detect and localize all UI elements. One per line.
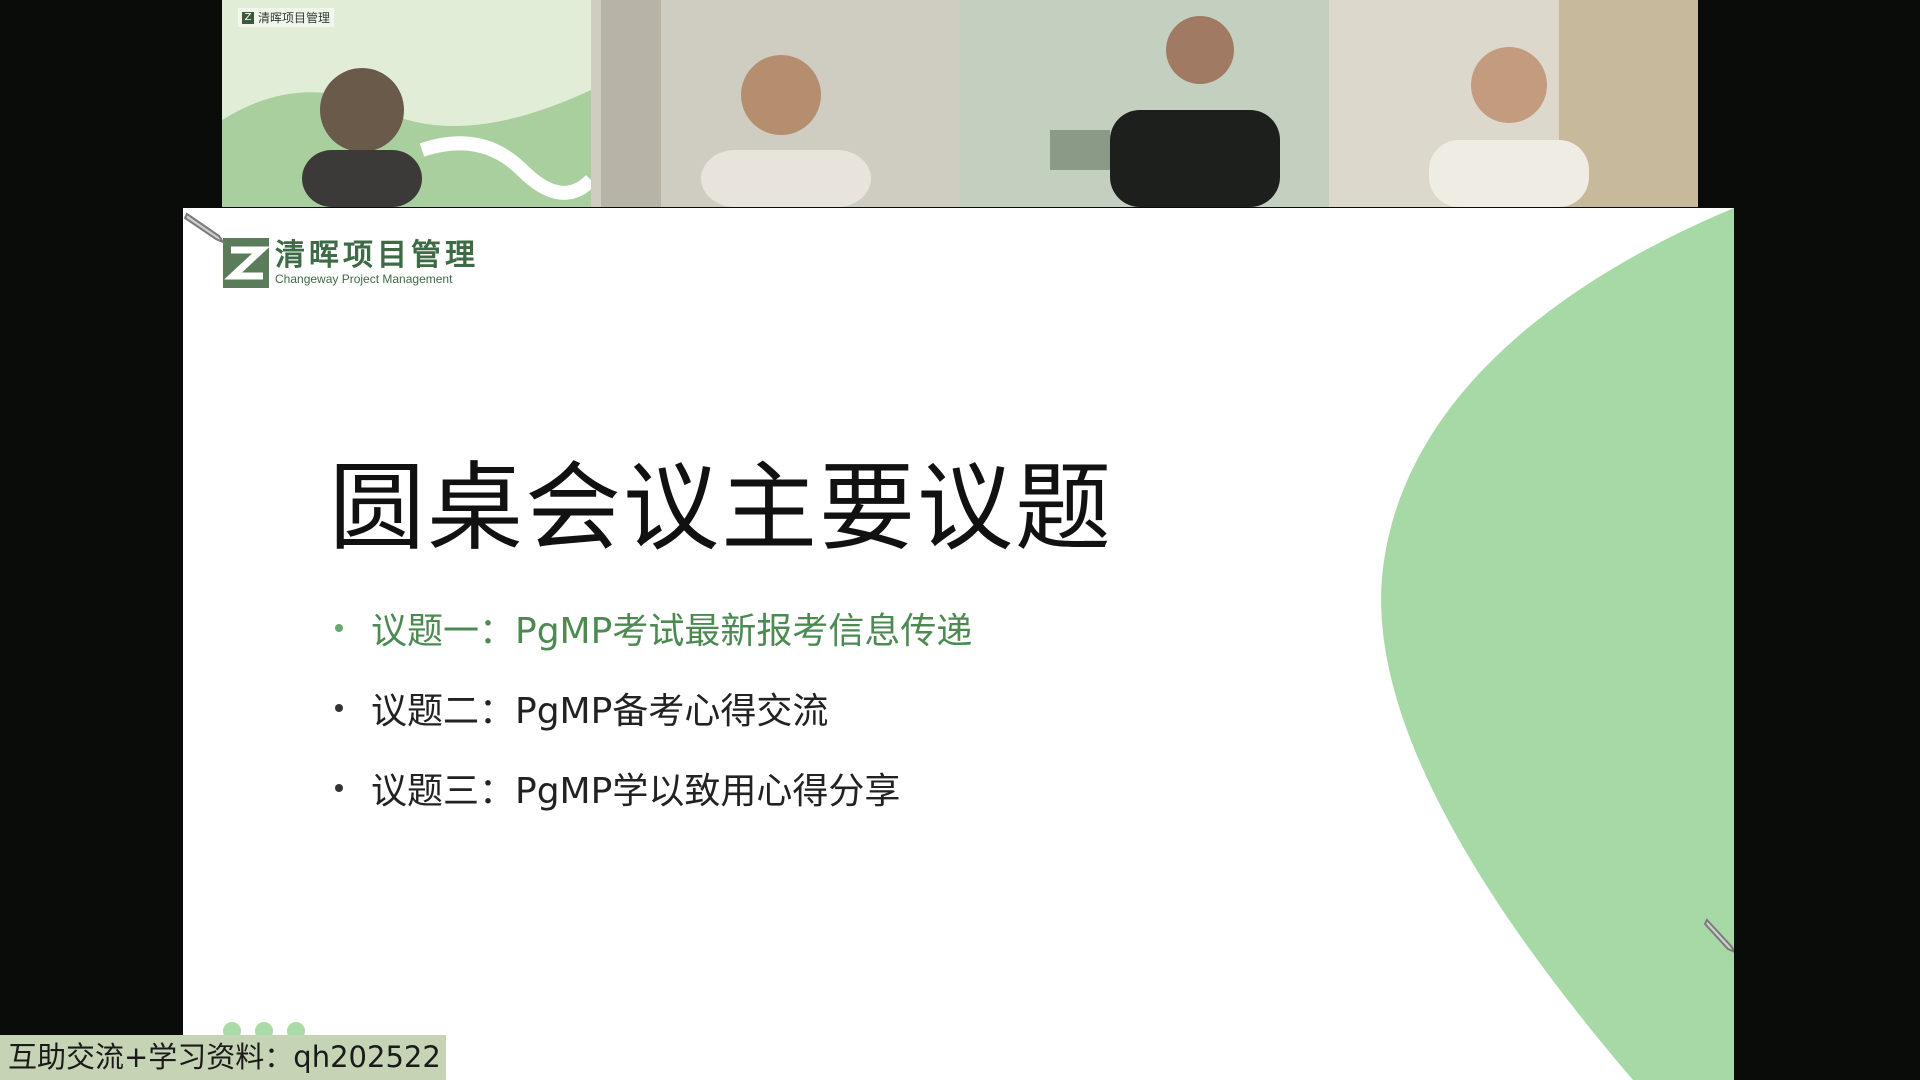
brand-logo: 清晖项目管理 Changeway Project Management xyxy=(223,238,479,288)
bullet-icon xyxy=(335,624,343,632)
pen-icon[interactable] xyxy=(1703,916,1734,956)
brand-name-en: Changeway Project Management xyxy=(275,272,453,286)
tile-brand-text: 清晖项目管理 xyxy=(258,11,331,25)
agenda-list: 议题一：PgMP考试最新报考信息传递 议题二：PgMP备考心得交流 议题三：Pg… xyxy=(335,588,972,828)
bullet-icon xyxy=(335,784,343,792)
agenda-item-1: 议题一：PgMP考试最新报考信息传递 xyxy=(335,588,972,668)
agenda-item-3: 议题三：PgMP学以致用心得分享 xyxy=(335,748,972,828)
agenda-item-label: 议题三：PgMP学以致用心得分享 xyxy=(371,771,901,812)
participant-tile-1[interactable]: Z 清晖项目管理 xyxy=(222,0,591,207)
logo-mark-icon xyxy=(223,238,269,288)
participant-video-3 xyxy=(960,0,1329,207)
brand-name-cn: 清晖项目管理 xyxy=(275,238,479,273)
participant-tile-2[interactable] xyxy=(591,0,960,207)
logo-mark-icon: Z xyxy=(242,11,254,24)
agenda-item-label: 议题一：PgMP考试最新报考信息传递 xyxy=(371,611,973,652)
pen-icon[interactable] xyxy=(183,208,229,244)
slide-title: 圆桌会议主要议题 xyxy=(329,452,1113,564)
tile-brand-logo: Z 清晖项目管理 xyxy=(238,8,335,27)
participant-video-2 xyxy=(591,0,960,207)
agenda-item-2: 议题二：PgMP备考心得交流 xyxy=(335,668,972,748)
presentation-slide: 清晖项目管理 Changeway Project Management 圆桌会议… xyxy=(183,208,1734,1080)
participant-video-4 xyxy=(1329,0,1698,207)
bullet-icon xyxy=(335,704,343,712)
participant-tile-4[interactable] xyxy=(1329,0,1698,207)
participant-video-1 xyxy=(222,0,591,207)
watermark-banner: 互助交流+学习资料：qh202522 xyxy=(0,1035,446,1080)
participant-video-strip: Z 清晖项目管理 xyxy=(222,0,1698,207)
agenda-item-label: 议题二：PgMP备考心得交流 xyxy=(371,691,829,732)
participant-tile-3[interactable] xyxy=(960,0,1329,207)
